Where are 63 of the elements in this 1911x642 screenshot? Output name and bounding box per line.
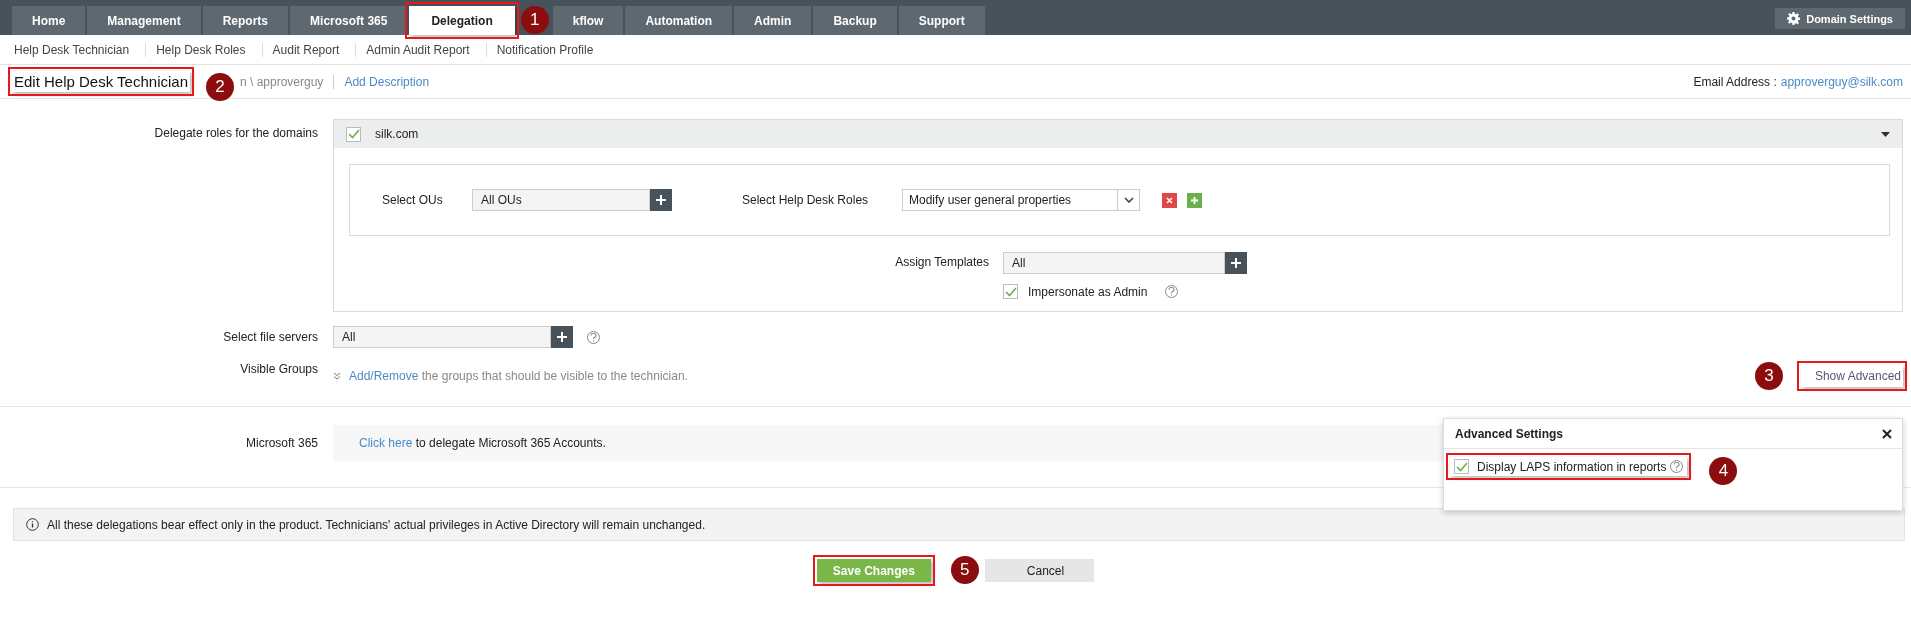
domain-name: silk.com: [375, 127, 419, 141]
number-marker: 3: [1754, 362, 1783, 390]
domain-settings-button[interactable]: Domain Settings: [1775, 8, 1905, 29]
templates-field[interactable]: All: [1003, 252, 1225, 274]
plus-icon: [655, 194, 667, 206]
sub-nav-link[interactable]: Notification Profile: [486, 42, 610, 57]
close-icon[interactable]: [1882, 428, 1892, 439]
nav-tab[interactable]: Admin: [734, 6, 812, 35]
click-here-link[interactable]: Click here: [359, 436, 413, 450]
add-button[interactable]: [551, 326, 573, 348]
info-text: All these delegations bear effect only in the product. Technicians' actual privileges in Active Directory will remain unchanged.: [47, 517, 706, 532]
number-marker: 1: [520, 6, 549, 34]
add-remove-link[interactable]: Add/Remove: [349, 369, 419, 383]
checkbox-label: Display LAPS information in reports: [1477, 459, 1667, 474]
info-icon: [26, 518, 39, 531]
email-label: Email Address :: [1693, 74, 1777, 89]
number-marker: 5: [950, 556, 979, 584]
field-label: Select file servers: [223, 329, 318, 346]
plus-icon: [1230, 257, 1242, 269]
chevron-icon: [1123, 197, 1134, 203]
visible-groups-text: Add/Remove the groups that should be visible to the technician.: [349, 369, 688, 383]
field-label: Assign Templates: [895, 254, 989, 271]
breadcrumb: n \ approverguy: [240, 74, 335, 89]
field-label: Delegate roles for the domains: [154, 125, 318, 142]
ous-field[interactable]: All OUs: [472, 189, 650, 211]
nav-tab[interactable]: Microsoft 365: [290, 6, 408, 35]
nav-tab[interactable]: Support: [898, 6, 985, 35]
plus-icon: [556, 331, 568, 343]
cancel-button[interactable]: Cancel: [984, 559, 1095, 582]
sub-nav-link[interactable]: Audit Report: [262, 42, 357, 57]
nav-tab[interactable]: kflow: [552, 6, 624, 35]
add-button[interactable]: [650, 189, 672, 211]
file-servers-field[interactable]: All: [333, 326, 551, 348]
email-link[interactable]: approverguy@silk.com: [1780, 74, 1903, 89]
settings-icon: [1787, 12, 1801, 25]
number-marker: 2: [206, 73, 234, 101]
field-label: Select OUs: [382, 193, 444, 207]
sub-nav-link[interactable]: Admin Audit Report: [356, 42, 487, 57]
sub-nav-link[interactable]: Help Desk Roles: [146, 42, 263, 57]
add-description-link[interactable]: Add Description: [344, 74, 430, 89]
nav-tab[interactable]: Backup: [813, 6, 897, 35]
double-chevron-icon[interactable]: [333, 372, 341, 380]
field-label: Microsoft 365: [245, 435, 318, 452]
nav-tab[interactable]: Management: [87, 6, 201, 35]
field-label: Visible Groups: [240, 362, 318, 378]
popup-title: Advanced Settings: [1455, 426, 1564, 441]
roles-select[interactable]: Modify user general properties: [902, 189, 1140, 211]
checkbox[interactable]: [346, 126, 361, 142]
microsoft-365-text: Click here to delegate Microsoft 365 Accounts.: [359, 436, 606, 450]
nav-tab[interactable]: Reports: [202, 6, 289, 35]
add-button[interactable]: [1225, 252, 1247, 274]
plus-icon: [1190, 195, 1199, 205]
checkbox[interactable]: [1003, 284, 1018, 299]
checkbox[interactable]: [1454, 459, 1469, 474]
remove-button[interactable]: [1162, 192, 1177, 208]
checkbox-label: Impersonate as Admin: [1028, 284, 1148, 299]
field-label: Select Help Desk Roles: [742, 193, 870, 207]
nav-tab[interactable]: Automation: [625, 6, 733, 35]
caret-icon[interactable]: [1881, 131, 1890, 137]
sub-nav-link[interactable]: Help Desk Technician: [4, 42, 147, 57]
nav-tab[interactable]: Home: [12, 6, 86, 35]
close-icon: [1166, 196, 1173, 204]
number-marker: 4: [1709, 457, 1738, 485]
